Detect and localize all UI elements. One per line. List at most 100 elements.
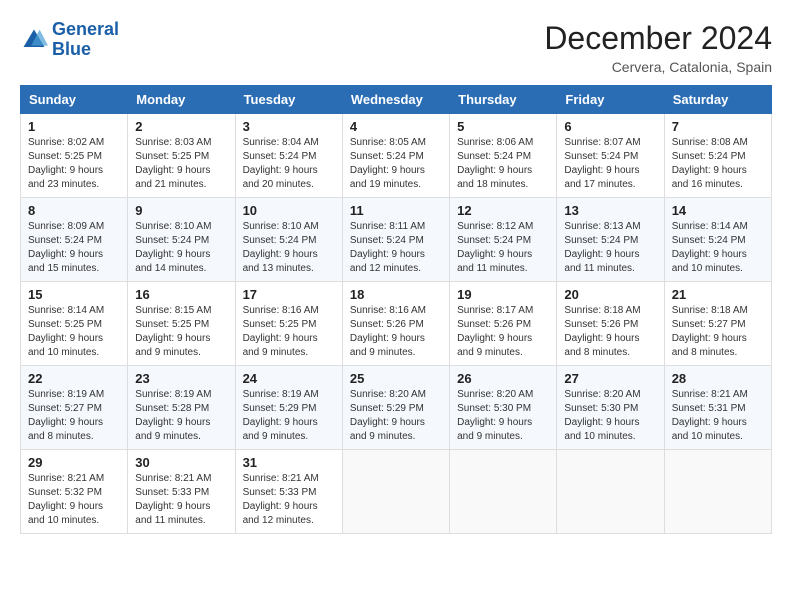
logo-icon: [20, 26, 48, 54]
day-info: Sunrise: 8:18 AMSunset: 5:27 PMDaylight:…: [672, 304, 764, 360]
day-info: Sunrise: 8:12 AMSunset: 5:24 PMDaylight:…: [457, 220, 549, 276]
calendar-cell: 25 Sunrise: 8:20 AMSunset: 5:29 PMDayligh…: [342, 366, 449, 450]
day-number: 26: [457, 371, 549, 386]
day-number: 29: [28, 455, 120, 470]
calendar-cell: 15 Sunrise: 8:14 AMSunset: 5:25 PMDayligh…: [21, 282, 128, 366]
calendar-cell: 10Sunrise: 8:10 AMSunset: 5:24 PMDayligh…: [235, 198, 342, 282]
day-number: 4: [350, 119, 442, 134]
day-number: 6: [564, 119, 656, 134]
day-info: Sunrise: 8:11 AMSunset: 5:24 PMDaylight:…: [350, 220, 442, 276]
calendar-cell: 9 Sunrise: 8:10 AMSunset: 5:24 PMDaylight…: [128, 198, 235, 282]
day-number: 9: [135, 203, 227, 218]
calendar-row: 1 Sunrise: 8:02 AMSunset: 5:25 PMDaylight…: [21, 114, 772, 198]
day-info: Sunrise: 8:15 AMSunset: 5:25 PMDaylight:…: [135, 304, 227, 360]
day-info: Sunrise: 8:20 AMSunset: 5:30 PMDaylight:…: [457, 388, 549, 444]
day-number: 28: [672, 371, 764, 386]
day-number: 1: [28, 119, 120, 134]
day-info: Sunrise: 8:18 AMSunset: 5:26 PMDaylight:…: [564, 304, 656, 360]
calendar-cell: 8Sunrise: 8:09 AMSunset: 5:24 PMDaylight…: [21, 198, 128, 282]
header-friday: Friday: [557, 86, 664, 114]
calendar-cell: [664, 450, 771, 534]
day-number: 14: [672, 203, 764, 218]
day-info: Sunrise: 8:03 AMSunset: 5:25 PMDaylight:…: [135, 136, 227, 192]
calendar-cell: 1 Sunrise: 8:02 AMSunset: 5:25 PMDaylight…: [21, 114, 128, 198]
page-header: General Blue December 2024 Cervera, Cata…: [20, 20, 772, 75]
day-info: Sunrise: 8:20 AMSunset: 5:29 PMDaylight:…: [350, 388, 442, 444]
day-info: Sunrise: 8:06 AMSunset: 5:24 PMDaylight:…: [457, 136, 549, 192]
calendar-cell: 3 Sunrise: 8:04 AMSunset: 5:24 PMDaylight…: [235, 114, 342, 198]
day-number: 25: [350, 371, 442, 386]
day-info: Sunrise: 8:14 AMSunset: 5:25 PMDaylight:…: [28, 304, 120, 360]
calendar-cell: [450, 450, 557, 534]
logo-general: General: [52, 19, 119, 39]
day-number: 2: [135, 119, 227, 134]
day-number: 15: [28, 287, 120, 302]
calendar-row: 15 Sunrise: 8:14 AMSunset: 5:25 PMDayligh…: [21, 282, 772, 366]
calendar-cell: 13Sunrise: 8:13 AMSunset: 5:24 PMDayligh…: [557, 198, 664, 282]
day-number: 24: [243, 371, 335, 386]
day-number: 18: [350, 287, 442, 302]
header-thursday: Thursday: [450, 86, 557, 114]
day-number: 3: [243, 119, 335, 134]
day-info: Sunrise: 8:16 AMSunset: 5:25 PMDaylight:…: [243, 304, 335, 360]
day-info: Sunrise: 8:16 AMSunset: 5:26 PMDaylight:…: [350, 304, 442, 360]
calendar-cell: 31 Sunrise: 8:21 AMSunset: 5:33 PMDayligh…: [235, 450, 342, 534]
day-number: 5: [457, 119, 549, 134]
header-sunday: Sunday: [21, 86, 128, 114]
logo-blue: Blue: [52, 39, 91, 59]
logo-text: General Blue: [52, 20, 119, 60]
day-number: 27: [564, 371, 656, 386]
calendar-cell: 14 Sunrise: 8:14 AMSunset: 5:24 PMDayligh…: [664, 198, 771, 282]
day-info: Sunrise: 8:21 AMSunset: 5:33 PMDaylight:…: [243, 472, 335, 528]
calendar-header-row: Sunday Monday Tuesday Wednesday Thursday…: [21, 86, 772, 114]
calendar-cell: 20 Sunrise: 8:18 AMSunset: 5:26 PMDayligh…: [557, 282, 664, 366]
day-number: 13: [564, 203, 656, 218]
month-title: December 2024: [544, 20, 772, 57]
calendar-cell: 29 Sunrise: 8:21 AMSunset: 5:32 PMDayligh…: [21, 450, 128, 534]
day-info: Sunrise: 8:04 AMSunset: 5:24 PMDaylight:…: [243, 136, 335, 192]
day-info: Sunrise: 8:07 AMSunset: 5:24 PMDaylight:…: [564, 136, 656, 192]
calendar-cell: 27Sunrise: 8:20 AMSunset: 5:30 PMDayligh…: [557, 366, 664, 450]
day-info: Sunrise: 8:21 AMSunset: 5:33 PMDaylight:…: [135, 472, 227, 528]
day-number: 12: [457, 203, 549, 218]
day-number: 20: [564, 287, 656, 302]
calendar-cell: 4Sunrise: 8:05 AMSunset: 5:24 PMDaylight…: [342, 114, 449, 198]
day-number: 23: [135, 371, 227, 386]
day-number: 10: [243, 203, 335, 218]
day-info: Sunrise: 8:14 AMSunset: 5:24 PMDaylight:…: [672, 220, 764, 276]
day-info: Sunrise: 8:21 AMSunset: 5:32 PMDaylight:…: [28, 472, 120, 528]
day-number: 31: [243, 455, 335, 470]
day-info: Sunrise: 8:08 AMSunset: 5:24 PMDaylight:…: [672, 136, 764, 192]
calendar-cell: 12 Sunrise: 8:12 AMSunset: 5:24 PMDayligh…: [450, 198, 557, 282]
calendar-cell: 26 Sunrise: 8:20 AMSunset: 5:30 PMDayligh…: [450, 366, 557, 450]
day-number: 21: [672, 287, 764, 302]
calendar-cell: 23 Sunrise: 8:19 AMSunset: 5:28 PMDayligh…: [128, 366, 235, 450]
calendar-row: 22Sunrise: 8:19 AMSunset: 5:27 PMDayligh…: [21, 366, 772, 450]
calendar-cell: 18 Sunrise: 8:16 AMSunset: 5:26 PMDayligh…: [342, 282, 449, 366]
calendar: Sunday Monday Tuesday Wednesday Thursday…: [20, 85, 772, 534]
day-number: 17: [243, 287, 335, 302]
day-info: Sunrise: 8:10 AMSunset: 5:24 PMDaylight:…: [135, 220, 227, 276]
day-info: Sunrise: 8:17 AMSunset: 5:26 PMDaylight:…: [457, 304, 549, 360]
header-wednesday: Wednesday: [342, 86, 449, 114]
day-number: 7: [672, 119, 764, 134]
header-saturday: Saturday: [664, 86, 771, 114]
day-number: 22: [28, 371, 120, 386]
day-number: 11: [350, 203, 442, 218]
day-info: Sunrise: 8:02 AMSunset: 5:25 PMDaylight:…: [28, 136, 120, 192]
logo: General Blue: [20, 20, 119, 60]
day-info: Sunrise: 8:21 AMSunset: 5:31 PMDaylight:…: [672, 388, 764, 444]
day-number: 16: [135, 287, 227, 302]
location: Cervera, Catalonia, Spain: [544, 59, 772, 75]
calendar-cell: 21 Sunrise: 8:18 AMSunset: 5:27 PMDayligh…: [664, 282, 771, 366]
calendar-row: 29 Sunrise: 8:21 AMSunset: 5:32 PMDayligh…: [21, 450, 772, 534]
calendar-cell: 24Sunrise: 8:19 AMSunset: 5:29 PMDayligh…: [235, 366, 342, 450]
header-tuesday: Tuesday: [235, 86, 342, 114]
calendar-row: 8Sunrise: 8:09 AMSunset: 5:24 PMDaylight…: [21, 198, 772, 282]
calendar-cell: 6 Sunrise: 8:07 AMSunset: 5:24 PMDaylight…: [557, 114, 664, 198]
day-info: Sunrise: 8:19 AMSunset: 5:28 PMDaylight:…: [135, 388, 227, 444]
day-number: 19: [457, 287, 549, 302]
calendar-cell: 28 Sunrise: 8:21 AMSunset: 5:31 PMDayligh…: [664, 366, 771, 450]
title-block: December 2024 Cervera, Catalonia, Spain: [544, 20, 772, 75]
calendar-cell: 11 Sunrise: 8:11 AMSunset: 5:24 PMDayligh…: [342, 198, 449, 282]
